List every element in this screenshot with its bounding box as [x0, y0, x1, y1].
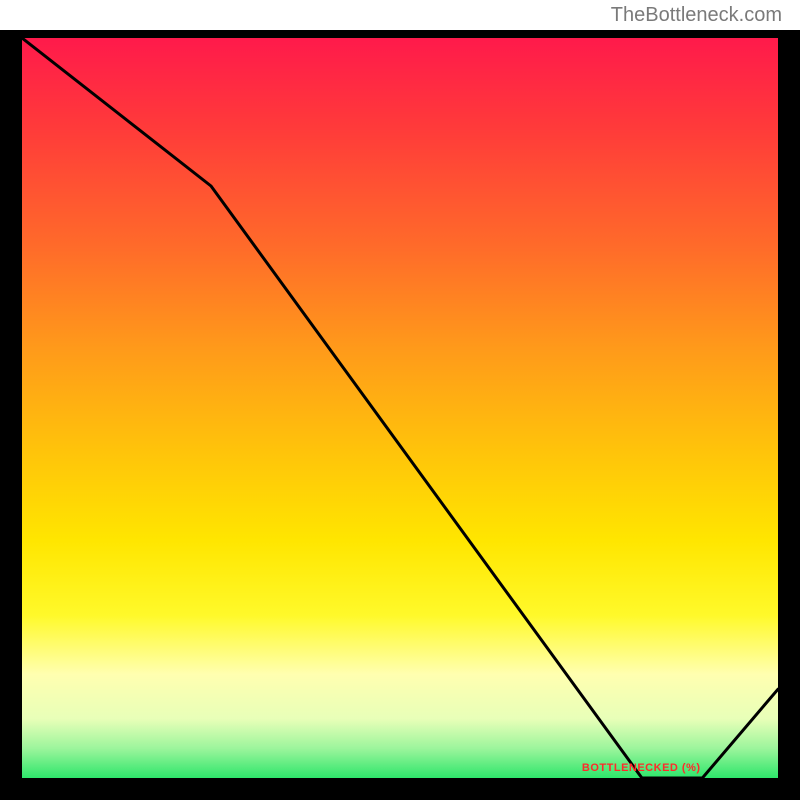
series-label: BOTTLENECKED (%) [582, 762, 701, 774]
plot-area: BOTTLENECKED (%) [22, 38, 778, 778]
series-path [22, 38, 778, 778]
frame-border-bottom [0, 778, 800, 800]
frame-border-left [0, 30, 22, 800]
attribution-text: TheBottleneck.com [611, 4, 782, 27]
frame-border-right [778, 30, 800, 800]
frame-border-top [0, 30, 800, 38]
chart-container: TheBottleneck.com BOTTLENECKED (%) [0, 0, 800, 800]
line-series [22, 38, 778, 778]
